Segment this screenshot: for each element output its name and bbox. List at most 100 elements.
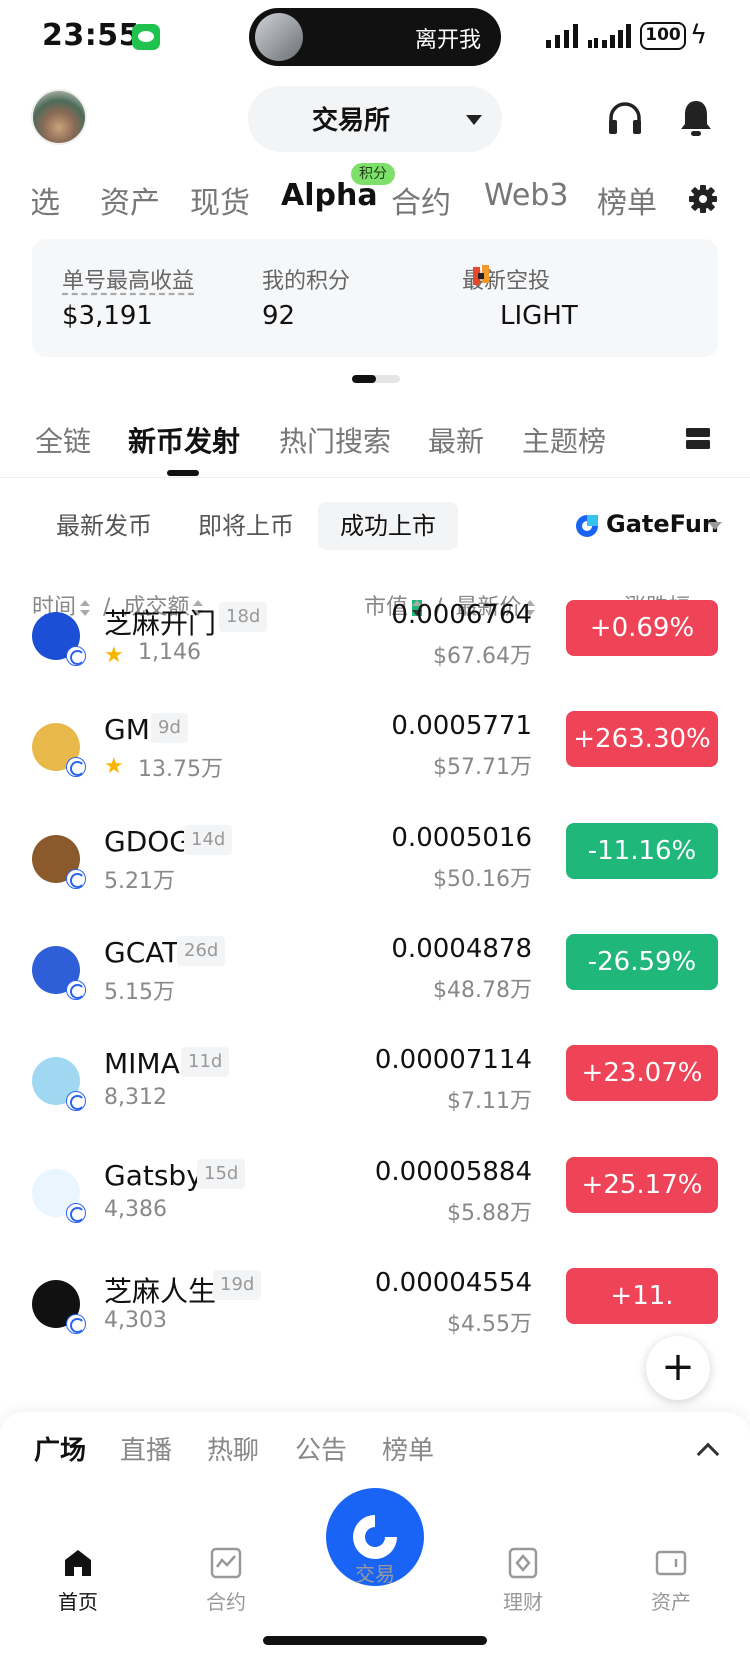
finance-icon	[508, 1547, 538, 1579]
token-price: 0.0005016	[391, 823, 532, 853]
token-row[interactable]: 芝麻人生 19d 4,303 0.00004554 $4.55万 +11.	[0, 1268, 750, 1386]
gear-icon[interactable]	[688, 184, 718, 214]
token-age-badge: 19d	[213, 1270, 262, 1300]
top-nav-item-rankings[interactable]: 榜单	[597, 178, 657, 222]
bottom-nav-futures[interactable]: 合约	[181, 1546, 271, 1615]
caret-down-icon	[708, 522, 722, 530]
chart-icon	[210, 1547, 242, 1579]
wallet-icon	[655, 1550, 687, 1576]
battery-icon: 100	[640, 22, 686, 50]
token-name: 芝麻人生	[104, 1275, 217, 1308]
token-age-badge: 9d	[151, 713, 188, 743]
tab-hot-search[interactable]: 热门搜索	[279, 420, 391, 460]
star-icon[interactable]: ★	[104, 643, 124, 668]
token-age-badge: 11d	[181, 1047, 230, 1077]
wechat-icon	[132, 24, 160, 50]
top-nav-item-watchlist[interactable]: 自选	[32, 178, 60, 222]
token-price: 0.00007114	[374, 1045, 532, 1075]
token-age-badge: 26d	[177, 936, 226, 966]
home-icon	[65, 1550, 91, 1576]
subtab-new-coins[interactable]: 最新发币	[34, 502, 174, 550]
token-row[interactable]: GCAT 26d 5.15万 0.0004878 $48.78万 -26.59%	[0, 934, 750, 1052]
token-volume: 5.15万	[104, 980, 175, 1005]
charging-icon: ϟ	[690, 20, 708, 50]
token-mcap: $57.71万	[433, 755, 532, 780]
token-price: 0.00005884	[374, 1157, 532, 1187]
stat-value-my-points: 92	[262, 301, 296, 331]
signal-icon	[546, 24, 578, 48]
bottom-nav-assets[interactable]: 资产	[626, 1546, 716, 1615]
carousel-pager	[352, 375, 400, 383]
status-time: 23:55	[42, 18, 140, 53]
chain-badge-icon	[66, 980, 86, 1000]
token-row[interactable]: 芝麻开门 18d ★ 1,146 0.0006764 $67.64万 +0.69%	[0, 600, 750, 718]
token-name: 芝麻开门	[104, 607, 217, 640]
tab-new-launch[interactable]: 新币发射	[128, 420, 240, 460]
token-volume: 5.21万	[104, 869, 175, 894]
avatar[interactable]	[31, 89, 87, 145]
sheet-tab-hot-chat[interactable]: 热聊	[207, 1430, 259, 1467]
token-price: 0.0006764	[391, 600, 532, 630]
token-price: 0.00004554	[374, 1268, 532, 1298]
subtab-upcoming[interactable]: 即将上币	[176, 502, 316, 550]
token-age-badge: 18d	[219, 602, 268, 632]
chain-badge-icon	[66, 1203, 86, 1223]
subtab-listed[interactable]: 成功上市	[318, 502, 458, 550]
bottom-nav-home[interactable]: 首页	[33, 1546, 123, 1615]
pager-dot-active	[352, 375, 376, 383]
tab-newest[interactable]: 最新	[428, 420, 484, 460]
stats-card[interactable]: 单号最高收益 $3,191 我的积分 92 最新空投 LIGHT	[32, 239, 718, 357]
token-change-badge[interactable]: +23.07%	[566, 1045, 718, 1101]
add-button[interactable]: +	[646, 1336, 710, 1400]
exchange-selector[interactable]: 交易所	[248, 86, 502, 152]
token-name: GCAT	[104, 936, 180, 969]
chain-badge-icon	[66, 1314, 86, 1334]
token-mcap: $7.11万	[447, 1089, 532, 1114]
chain-badge-icon	[66, 646, 86, 666]
chevron-up-icon[interactable]	[696, 1442, 720, 1466]
headset-icon[interactable]	[606, 100, 644, 138]
token-change-badge[interactable]: +11.	[566, 1268, 718, 1324]
token-volume: 4,386	[104, 1197, 167, 1222]
token-change-badge[interactable]: -26.59%	[566, 934, 718, 990]
token-change-badge[interactable]: +25.17%	[566, 1157, 718, 1213]
top-nav-item-futures[interactable]: 合约	[391, 178, 451, 222]
layout-icon[interactable]	[685, 426, 711, 452]
token-price: 0.0004878	[391, 934, 532, 964]
tab-theme-rank[interactable]: 主题榜	[522, 420, 606, 460]
bell-icon[interactable]	[678, 98, 714, 138]
token-price: 0.0005771	[391, 711, 532, 741]
token-mcap: $48.78万	[433, 978, 532, 1003]
top-nav-item-web3[interactable]: Web3	[484, 178, 569, 213]
token-row[interactable]: GDOG 14d 5.21万 0.0005016 $50.16万 -11.16%	[0, 823, 750, 941]
tab-underline	[167, 470, 199, 476]
top-nav-item-assets[interactable]: 资产	[100, 178, 160, 222]
caret-down-icon	[466, 115, 482, 125]
sheet-tab-live[interactable]: 直播	[120, 1430, 172, 1467]
token-row[interactable]: Gatsby 15d 4,386 0.00005884 $5.88万 +25.17%	[0, 1157, 750, 1275]
top-nav-item-spot[interactable]: 现货	[190, 178, 250, 222]
token-row[interactable]: MIMA 11d 8,312 0.00007114 $7.11万 +23.07%	[0, 1045, 750, 1163]
token-mcap: $5.88万	[447, 1201, 532, 1226]
token-age-badge: 14d	[184, 825, 233, 855]
token-name: GM	[104, 713, 150, 746]
bottom-nav-finance[interactable]: 理财	[478, 1546, 568, 1615]
token-change-badge[interactable]: -11.16%	[566, 823, 718, 879]
gatefun-label: GateFun	[606, 510, 720, 538]
token-change-badge[interactable]: +0.69%	[566, 600, 718, 656]
token-row[interactable]: GM 9d ★ 13.75万 0.0005771 $57.71万 +263.30%	[0, 711, 750, 829]
token-change-badge[interactable]: +263.30%	[566, 711, 718, 767]
points-badge: 积分	[351, 163, 395, 185]
dynamic-island[interactable]: 离开我	[249, 8, 501, 66]
sheet-tab-square[interactable]: 广场	[34, 1430, 86, 1467]
island-avatar	[255, 13, 303, 61]
tab-all-chains[interactable]: 全链	[35, 420, 91, 460]
token-mcap: $67.64万	[433, 644, 532, 669]
token-volume: 4,303	[104, 1308, 167, 1333]
exchange-label: 交易所	[312, 106, 391, 136]
sheet-tab-rankings[interactable]: 榜单	[382, 1430, 434, 1467]
sheet-tab-announcements[interactable]: 公告	[295, 1430, 347, 1467]
token-mcap: $4.55万	[447, 1312, 532, 1337]
token-volume: 1,146	[138, 640, 201, 665]
star-icon[interactable]: ★	[104, 754, 124, 779]
